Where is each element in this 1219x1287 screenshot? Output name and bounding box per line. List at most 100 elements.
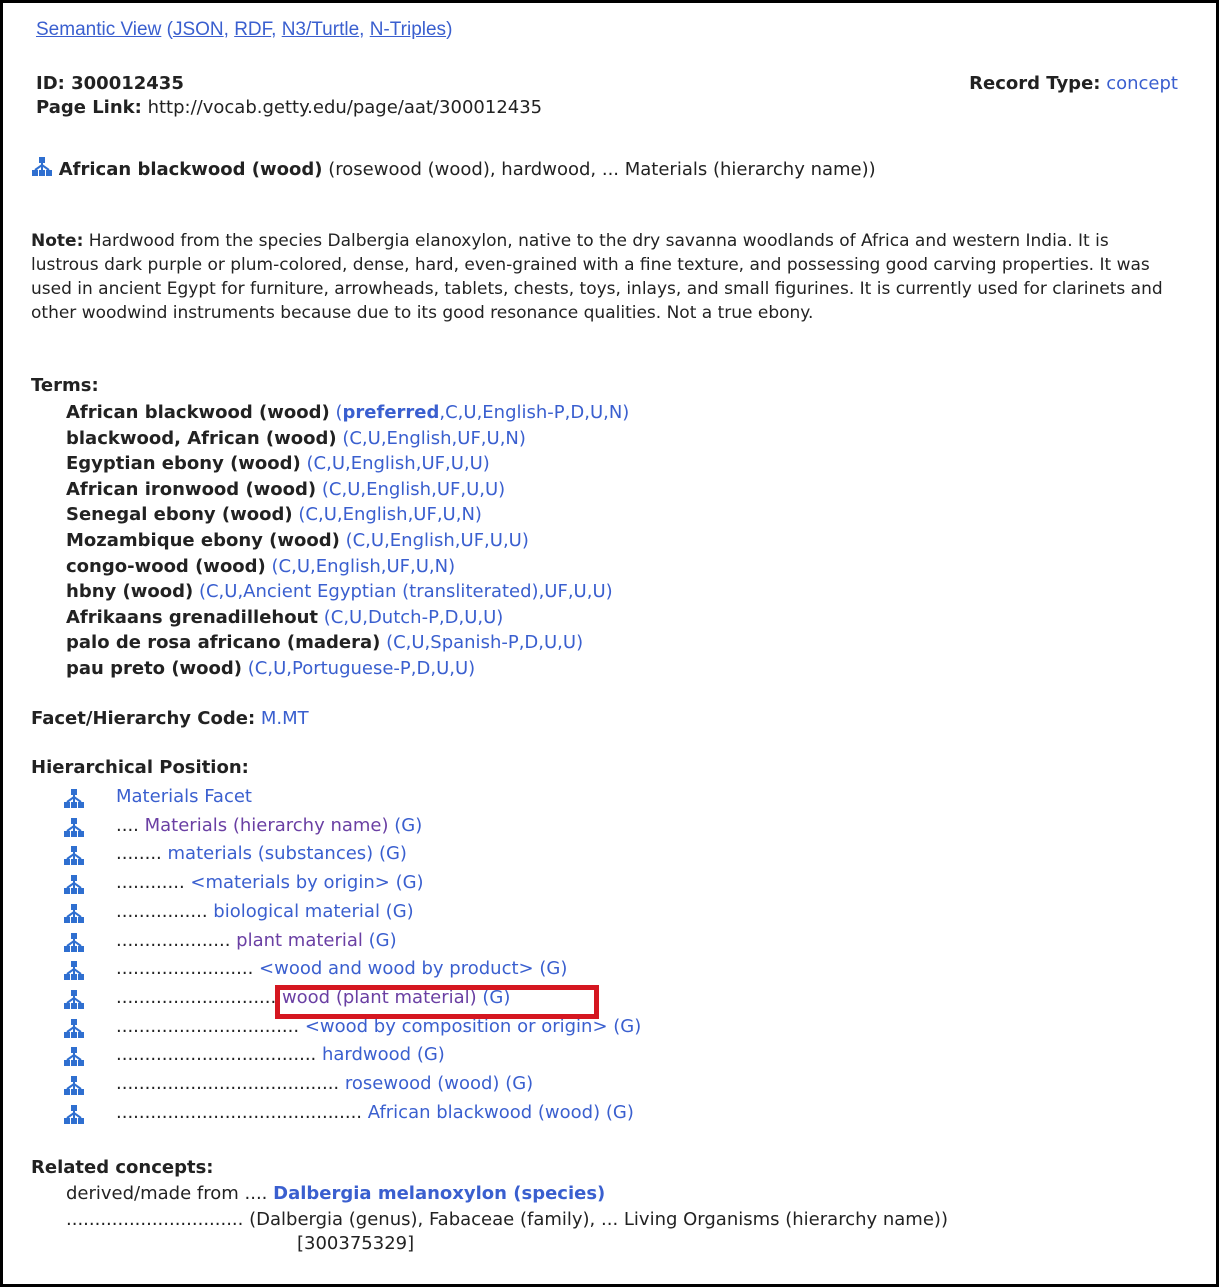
hierarchy-guide-link[interactable]: (G)	[380, 901, 414, 922]
page-link: Page Link: http://vocab.getty.edu/page/a…	[36, 97, 542, 118]
hierarchy-guide-link[interactable]: (G)	[363, 930, 397, 951]
term-flags[interactable]: (C,U,Dutch-P,D,U,U)	[324, 607, 504, 628]
hierarchy-label: Hierarchical Position:	[31, 757, 249, 778]
hierarchy-tree-icon[interactable]	[63, 788, 85, 810]
related-row: derived/made from .... Dalbergia melanox…	[66, 1183, 605, 1204]
hierarchy-text: ................ biological material (G)	[116, 901, 414, 922]
semantic-view-link[interactable]: Semantic View	[36, 19, 161, 40]
hierarchy-tree-icon[interactable]	[63, 1104, 85, 1126]
related-target-link[interactable]: Dalbergia melanoxylon (species)	[273, 1183, 605, 1204]
hierarchy-link[interactable]: African blackwood (wood)	[368, 1102, 600, 1123]
hierarchy-link[interactable]: <wood and wood by product>	[259, 958, 534, 979]
hierarchy-link[interactable]: plant material	[236, 930, 363, 951]
hierarchy-tree-icon[interactable]	[63, 903, 85, 925]
hierarchy-text: .... Materials (hierarchy name) (G)	[116, 815, 422, 836]
term-name: hbny (wood)	[66, 581, 194, 603]
hierarchy-indent-dots: ........................................…	[116, 1101, 368, 1123]
hierarchy-indent-dots: ....................	[116, 929, 237, 951]
term-row: African blackwood (wood) (preferred,C,U,…	[66, 400, 629, 426]
hierarchy-guide-link[interactable]: (G)	[373, 843, 407, 864]
hierarchy-tree-icon[interactable]	[63, 1018, 85, 1040]
highlight-box	[275, 985, 599, 1019]
hierarchy-link[interactable]: <materials by origin>	[190, 872, 389, 893]
hierarchy-link[interactable]: rosewood (wood)	[345, 1073, 500, 1094]
hierarchy-tree-icon[interactable]	[63, 1075, 85, 1097]
hierarchy-tree-icon[interactable]	[63, 932, 85, 954]
headline-context: (rosewood (wood), hardwood, ... Material…	[328, 159, 876, 180]
term-flags[interactable]: (C,U,Spanish-P,D,U,U)	[386, 632, 583, 653]
hierarchy-text: ....................................... …	[116, 1073, 533, 1094]
hierarchy-guide-link[interactable]: (G)	[608, 1016, 641, 1037]
term-flags[interactable]: (C,U,English,UF,U,N)	[272, 556, 456, 577]
json-link[interactable]: JSON	[173, 19, 224, 40]
record-type-link[interactable]: concept	[1106, 73, 1178, 94]
term-flags[interactable]: ,C,U,English-P,D,U,N)	[439, 402, 629, 423]
record-page: Semantic View (JSON, RDF, N3/Turtle, N-T…	[0, 0, 1219, 1287]
id-label: ID:	[36, 73, 65, 94]
facet-code: Facet/Hierarchy Code: M.MT	[31, 708, 309, 729]
hierarchy-text: ........................ <wood and wood …	[116, 958, 567, 979]
page-link-label: Page Link:	[36, 97, 142, 118]
facet-value-link[interactable]: M.MT	[261, 708, 309, 729]
term-name: congo-wood (wood)	[66, 555, 266, 577]
hierarchy-text: ............ <materials by origin> (G)	[116, 872, 424, 893]
relation-type: derived/made from ....	[66, 1183, 268, 1204]
hierarchy-guide-link[interactable]: (G)	[390, 872, 424, 893]
hierarchy-guide-link[interactable]: (G)	[389, 815, 422, 836]
hierarchy-text: ................................... hard…	[116, 1044, 445, 1065]
hierarchy-tree-icon[interactable]	[63, 1046, 85, 1068]
preferred-link[interactable]: preferred	[343, 402, 440, 423]
related-id: [300375329]	[297, 1233, 415, 1254]
term-row: Mozambique ebony (wood) (C,U,English,UF,…	[66, 528, 629, 554]
record-type-label: Record Type:	[969, 73, 1101, 94]
term-name: African blackwood (wood)	[66, 402, 330, 423]
hierarchy-tree-icon[interactable]	[31, 157, 59, 180]
id-value: 300012435	[71, 73, 184, 94]
term-flags[interactable]: (C,U,English,UF,U,U)	[322, 479, 505, 500]
term-name: Mozambique ebony (wood)	[66, 529, 340, 551]
hierarchy-link[interactable]: biological material	[213, 901, 380, 922]
term-flags[interactable]: (C,U,Portuguese-P,D,U,U)	[248, 658, 475, 679]
term-row: African ironwood (wood) (C,U,English,UF,…	[66, 477, 629, 503]
hierarchy-tree-icon[interactable]	[63, 960, 85, 982]
hierarchy-tree-icon[interactable]	[63, 989, 85, 1011]
page-link-value: http://vocab.getty.edu/page/aat/30001243…	[147, 97, 543, 118]
hierarchy-guide-link[interactable]: (G)	[411, 1044, 445, 1065]
semantic-view-nav: Semantic View (JSON, RDF, N3/Turtle, N-T…	[36, 19, 452, 41]
term-row: hbny (wood) (C,U,Ancient Egyptian (trans…	[66, 579, 629, 605]
headline-term: African blackwood (wood)	[58, 159, 323, 180]
term-name: palo de rosa africano (madera)	[66, 632, 381, 654]
turtle-link[interactable]: N3/Turtle	[282, 19, 359, 40]
term-name: Egyptian ebony (wood)	[66, 453, 301, 475]
hierarchy-link[interactable]: materials (substances)	[168, 843, 374, 864]
record-type: Record Type: concept	[969, 73, 1178, 94]
hierarchy-link[interactable]: Materials (hierarchy name)	[145, 815, 389, 836]
term-flags[interactable]: (C,U,English,UF,U,U)	[346, 530, 529, 551]
hierarchy-guide-link[interactable]: (G)	[534, 958, 567, 979]
hierarchy-tree-icon[interactable]	[63, 817, 85, 839]
term-name: pau preto (wood)	[66, 657, 243, 679]
terms-list: African blackwood (wood) (preferred,C,U,…	[66, 400, 629, 682]
term-row: congo-wood (wood) (C,U,English,UF,U,N)	[66, 554, 629, 580]
term-row: blackwood, African (wood) (C,U,English,U…	[66, 426, 629, 452]
term-name: Senegal ebony (wood)	[66, 504, 293, 526]
nav-sep: ,	[271, 19, 282, 40]
hierarchy-link[interactable]: hardwood	[322, 1044, 411, 1065]
term-flags[interactable]: (C,U,English,UF,U,N)	[298, 504, 482, 525]
hierarchy-link[interactable]: Materials Facet	[116, 786, 252, 807]
term-name: Afrikaans grenadillehout	[66, 606, 318, 628]
facet-label: Facet/Hierarchy Code:	[31, 708, 256, 729]
hierarchy-indent-dots: ...................................	[116, 1044, 322, 1066]
hierarchy-tree-icon[interactable]	[63, 845, 85, 867]
hierarchy-guide-link[interactable]: (G)	[499, 1073, 533, 1094]
hierarchy-guide-link[interactable]: (G)	[600, 1102, 634, 1123]
term-flags[interactable]: (C,U,English,UF,U,U)	[307, 453, 490, 474]
ntriples-link[interactable]: N-Triples	[370, 19, 446, 40]
term-row: Egyptian ebony (wood) (C,U,English,UF,U,…	[66, 451, 629, 477]
term-flags[interactable]: (C,U,Ancient Egyptian (transliterated),U…	[199, 581, 613, 602]
hierarchy-tree-icon[interactable]	[63, 874, 85, 896]
term-flags[interactable]: (C,U,English,UF,U,N)	[342, 428, 526, 449]
rdf-link[interactable]: RDF	[234, 19, 271, 40]
hierarchy-indent-dots: .......................................	[116, 1073, 345, 1094]
note-label: Note:	[31, 231, 84, 251]
